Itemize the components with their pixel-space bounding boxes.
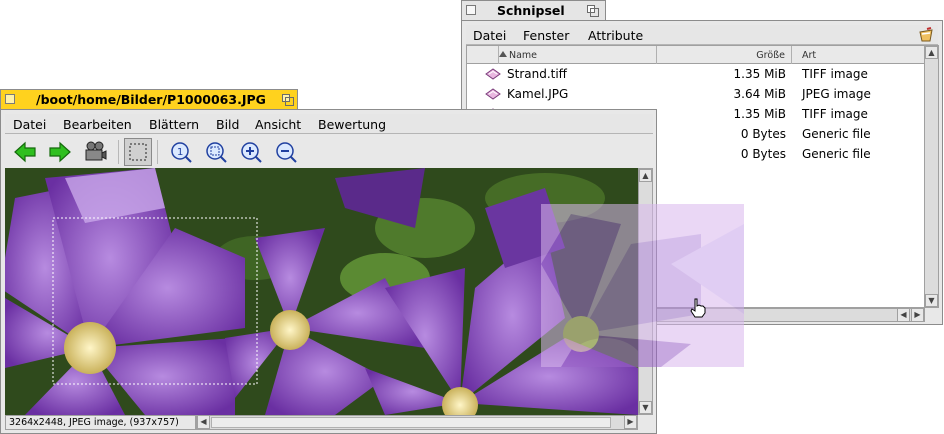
scroll-up-button[interactable]: ▲ xyxy=(639,169,652,182)
file-name: Strand.tiff xyxy=(507,67,567,81)
resize-grip[interactable] xyxy=(638,415,653,430)
file-type: Generic file xyxy=(802,127,871,141)
zoom-in-button[interactable] xyxy=(237,138,265,166)
viewer-menubar: Datei Bearbeiten Blättern Bild Ansicht B… xyxy=(5,114,653,134)
menu-datei[interactable]: Datei xyxy=(473,28,506,43)
file-type: TIFF image xyxy=(802,67,868,81)
menu-blaettern[interactable]: Blättern xyxy=(149,117,199,132)
vertical-scrollbar[interactable]: ▲ ▼ xyxy=(925,45,939,308)
svg-text:1: 1 xyxy=(177,147,183,158)
zoom-icon[interactable] xyxy=(282,94,294,106)
slideshow-projector-icon xyxy=(85,141,107,161)
column-header-type[interactable]: Art xyxy=(792,46,924,64)
selection-mode-button[interactable] xyxy=(124,138,152,166)
scroll-down-button[interactable]: ▼ xyxy=(639,401,652,414)
scroll-up-button[interactable]: ▲ xyxy=(925,46,938,59)
horizontal-scrollbar[interactable]: ◀ ▶ xyxy=(196,415,638,430)
menu-fenster[interactable]: Fenster xyxy=(523,28,569,43)
original-size-button[interactable]: 1 xyxy=(167,138,195,166)
fit-to-window-button[interactable] xyxy=(202,138,230,166)
viewer-window-title: /boot/home/Bilder/P1000063.JPG xyxy=(36,92,266,107)
file-size: 1.35 MiB xyxy=(733,107,786,121)
close-button[interactable] xyxy=(466,5,476,15)
menu-bewertung[interactable]: Bewertung xyxy=(318,117,386,132)
file-row[interactable]: Kamel.JPG 3.64 MiB JPEG image xyxy=(467,84,924,104)
forward-arrow-icon xyxy=(49,141,71,163)
toolbar: 1 xyxy=(5,134,653,168)
back-arrow-icon xyxy=(14,141,36,163)
file-size: 0 Bytes xyxy=(740,147,786,161)
zoom-icon[interactable] xyxy=(587,5,599,17)
menu-bearbeiten[interactable]: Bearbeiten xyxy=(63,117,132,132)
tracker-window-tab[interactable]: Schnipsel xyxy=(461,0,606,20)
scroll-thumb[interactable] xyxy=(211,417,611,428)
fit-to-window-icon xyxy=(206,142,227,163)
tracker-status-icon xyxy=(919,27,933,42)
menu-datei[interactable]: Datei xyxy=(13,117,46,132)
hand-cursor-icon xyxy=(690,298,706,318)
status-bar: 3264x2448, JPEG image, (937x757) xyxy=(5,415,196,430)
scroll-right-button[interactable]: ▶ xyxy=(911,309,924,322)
column-header-size[interactable]: Größe xyxy=(657,46,792,64)
menu-ansicht[interactable]: Ansicht xyxy=(255,117,301,132)
selection-mode-icon xyxy=(129,143,147,161)
tracker-menubar: Datei Fenster Attribute xyxy=(466,25,938,45)
image-file-icon xyxy=(485,68,501,80)
scroll-left-button[interactable]: ◀ xyxy=(197,416,210,429)
zoom-out-icon xyxy=(276,142,297,163)
scroll-down-button[interactable]: ▼ xyxy=(925,294,938,307)
file-type: Generic file xyxy=(802,147,871,161)
menu-bild[interactable]: Bild xyxy=(216,117,239,132)
file-type: JPEG image xyxy=(802,87,871,101)
file-type: TIFF image xyxy=(802,107,868,121)
scroll-right-button[interactable]: ▶ xyxy=(624,416,637,429)
file-size: 3.64 MiB xyxy=(733,87,786,101)
zoom-in-icon xyxy=(241,142,262,163)
close-button[interactable] xyxy=(5,94,15,104)
resize-grip[interactable] xyxy=(925,308,939,322)
image-file-icon xyxy=(485,88,501,100)
sort-ascending-icon xyxy=(499,51,507,57)
column-header-name[interactable]: Name xyxy=(499,46,657,64)
back-button[interactable] xyxy=(11,138,39,166)
file-name: Kamel.JPG xyxy=(507,87,569,101)
drag-preview xyxy=(541,204,744,367)
scroll-left-button[interactable]: ◀ xyxy=(897,309,910,322)
file-size: 0 Bytes xyxy=(740,127,786,141)
viewer-window-tab[interactable]: /boot/home/Bilder/P1000063.JPG xyxy=(0,89,298,109)
file-size: 1.35 MiB xyxy=(733,67,786,81)
menu-attribute[interactable]: Attribute xyxy=(588,28,643,43)
slideshow-button[interactable] xyxy=(81,138,109,166)
original-size-icon: 1 xyxy=(171,142,192,163)
forward-button[interactable] xyxy=(46,138,74,166)
tracker-window-title: Schnipsel xyxy=(497,3,565,18)
zoom-out-button[interactable] xyxy=(272,138,300,166)
file-row[interactable]: Strand.tiff 1.35 MiB TIFF image xyxy=(467,64,924,84)
